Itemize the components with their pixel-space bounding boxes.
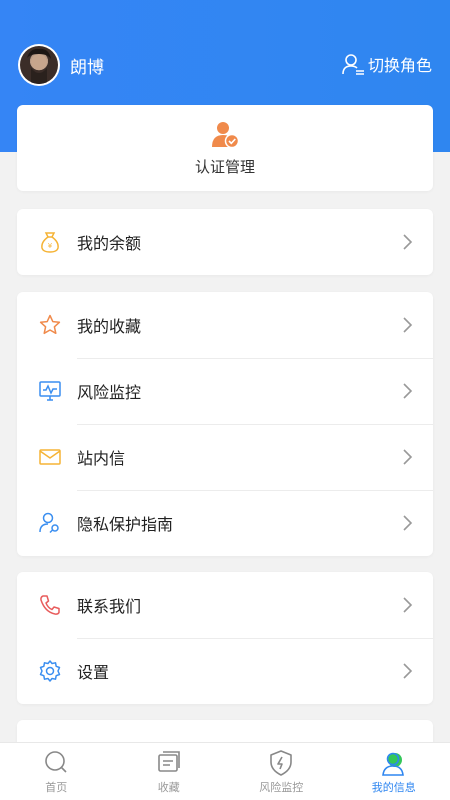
switch-role-button[interactable]: 切换角色 — [341, 52, 432, 76]
username: 朗博 — [70, 58, 104, 78]
shield-icon — [270, 749, 293, 776]
bookmark-card-icon — [157, 750, 180, 772]
menu-item-settings[interactable]: 设置 — [17, 638, 433, 704]
menu-item-label: 站内信 — [77, 449, 126, 468]
menu-item-label: 隐私保护指南 — [77, 515, 174, 534]
tab-label: 首页 — [45, 780, 68, 794]
tab-home[interactable]: 首页 — [0, 743, 113, 800]
tab-my-info[interactable]: 我的信息 — [338, 743, 450, 800]
switch-role-label: 切换角色 — [367, 56, 432, 75]
auth-management-label: 认证管理 — [194, 157, 255, 176]
chevron-right-icon — [403, 663, 413, 679]
support-menu-card: 联系我们 设置 — [17, 572, 433, 704]
gear-icon — [37, 658, 63, 684]
user-icon — [381, 752, 404, 776]
tab-favorites[interactable]: 收藏 — [113, 743, 226, 800]
tab-label: 我的信息 — [371, 780, 416, 794]
star-icon — [37, 312, 63, 338]
svg-text:¥: ¥ — [48, 242, 53, 250]
phone-icon — [37, 592, 63, 618]
envelope-icon — [37, 444, 63, 470]
money-bag-icon: ¥ — [37, 229, 63, 255]
chevron-right-icon — [403, 383, 413, 399]
monitor-icon — [37, 378, 63, 404]
chevron-right-icon — [403, 597, 413, 613]
switch-user-icon — [342, 54, 364, 75]
menu-item-label: 联系我们 — [77, 597, 142, 616]
privacy-icon — [37, 510, 63, 536]
chevron-right-icon — [403, 515, 413, 531]
auth-management-card[interactable]: 认证管理 — [17, 105, 433, 191]
tab-label: 风险监控 — [259, 780, 304, 794]
menu-item-label: 我的余额 — [77, 234, 142, 253]
chevron-right-icon — [403, 234, 413, 250]
menu-item-label: 风险监控 — [77, 383, 142, 402]
search-icon — [45, 750, 67, 773]
menu-item-contact-us[interactable]: 联系我们 — [17, 572, 433, 638]
menu-item-risk-monitor[interactable]: 风险监控 — [17, 358, 433, 424]
tab-label: 收藏 — [157, 780, 180, 794]
main-menu-card: 我的收藏 风险监控 站内信 隐私保护指南 — [17, 292, 433, 556]
menu-item-label: 我的收藏 — [77, 317, 142, 336]
balance-card: ¥ 我的余额 — [17, 209, 433, 275]
tab-risk-monitor[interactable]: 风险监控 — [225, 743, 338, 800]
avatar[interactable] — [18, 44, 60, 86]
menu-item-favorites[interactable]: 我的收藏 — [17, 292, 433, 358]
certified-user-icon — [212, 121, 240, 148]
menu-item-inbox[interactable]: 站内信 — [17, 424, 433, 490]
menu-item-privacy-guide[interactable]: 隐私保护指南 — [17, 490, 433, 556]
chevron-right-icon — [403, 317, 413, 333]
menu-item-balance[interactable]: ¥ 我的余额 — [17, 209, 433, 275]
chevron-right-icon — [403, 449, 413, 465]
avatar-image — [20, 46, 58, 84]
bottom-tab-bar: 首页 收藏 风险监控 我的信息 — [0, 742, 450, 800]
menu-item-label: 设置 — [77, 663, 110, 682]
